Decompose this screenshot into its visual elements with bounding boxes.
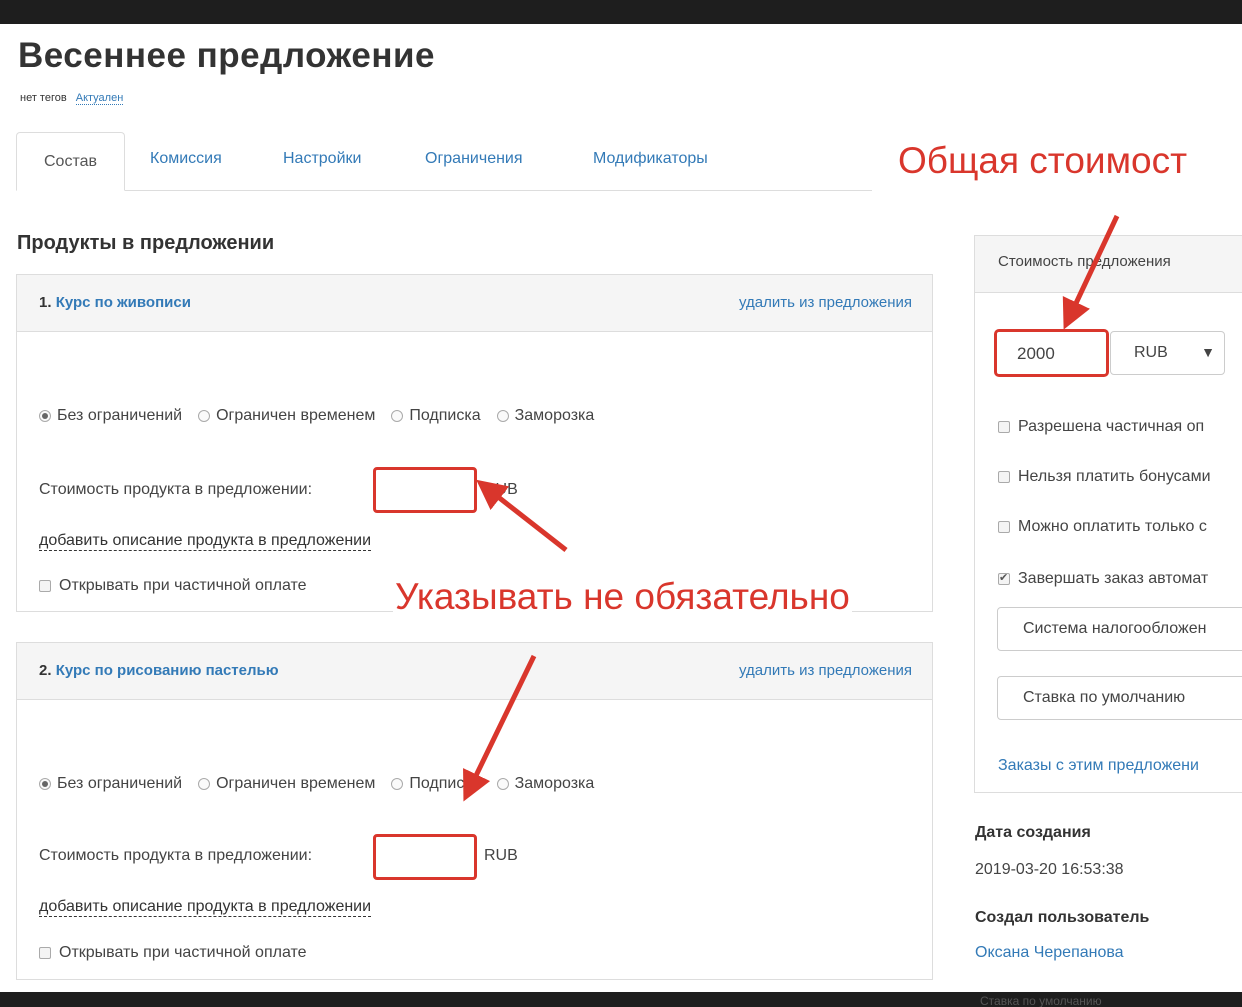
ghost-text: Ставка по умолчанию xyxy=(980,994,1102,1007)
arrow-to-price-1 xyxy=(476,479,568,552)
bottom-strip: Ставка по умолчанию xyxy=(0,992,1242,1007)
page: Весеннее предложение нет тегов Актуален … xyxy=(0,24,1242,992)
arrow-to-total-cost xyxy=(1062,214,1120,330)
arrow-to-price-2 xyxy=(463,654,537,802)
annotation-arrows xyxy=(463,214,1120,802)
